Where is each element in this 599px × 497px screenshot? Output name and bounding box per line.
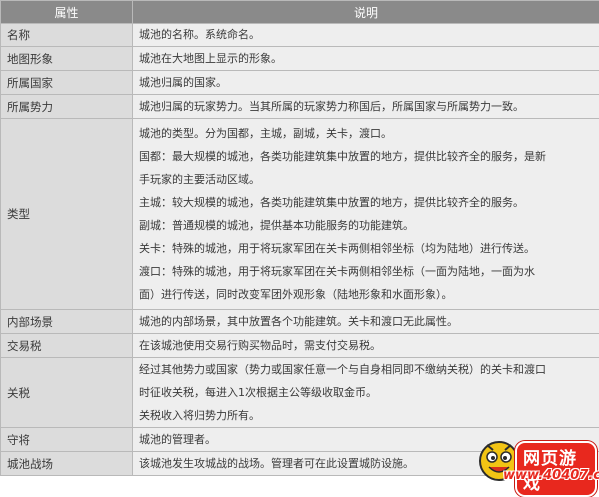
attribute-description: 城池的内部场景，其中放置各个功能建筑。关卡和渡口无此属性。 — [133, 310, 599, 334]
attribute-description: 城池的类型。分为国都，主城，副城，关卡，渡口。 国都：最大规模的城池，各类功能建… — [133, 119, 599, 310]
description-line: 关卡：特殊的城池，用于将玩家军团在关卡两侧相邻坐标（均为陆地）进行传送。 — [139, 237, 595, 260]
attribute-name: 所属势力 — [1, 95, 133, 119]
table-row: 名称 城池的名称。系统命名。 — [1, 24, 599, 47]
attribute-description: 城池归属的国家。 — [133, 71, 599, 95]
table-row: 关税 经过其他势力或国家（势力或国家任意一个与自身相同即不缴纳关税）的关卡和渡口… — [1, 358, 599, 428]
description-line: 主城：较大规模的城池，各类功能建筑集中放置的地方，提供比较齐全的服务。 — [139, 191, 595, 214]
table-row: 所属国家 城池归属的国家。 — [1, 71, 599, 95]
attribute-name: 城池战场 — [1, 452, 133, 476]
description-line: 手玩家的主要活动区域。 — [139, 168, 595, 191]
description-line: 面）进行传送，同时改变军团外观形象（陆地形象和水面形象）。 — [139, 283, 595, 306]
header-description: 说明 — [133, 1, 599, 24]
attribute-name: 关税 — [1, 358, 133, 428]
description-line: 城池归属的玩家势力。当其所属的玩家势力称国后，所属国家与所属势力一致。 — [139, 96, 595, 118]
attribute-name: 所属国家 — [1, 71, 133, 95]
description-line: 城池的内部场景，其中放置各个功能建筑。关卡和渡口无此属性。 — [139, 311, 595, 333]
attribute-name: 类型 — [1, 119, 133, 310]
table-row: 所属势力 城池归属的玩家势力。当其所属的玩家势力称国后，所属国家与所属势力一致。 — [1, 95, 599, 119]
description-line: 城池归属的国家。 — [139, 72, 595, 94]
attribute-name: 地图形象 — [1, 47, 133, 71]
description-line: 城池在大地图上显示的形象。 — [139, 48, 595, 70]
description-line: 副城：普通规模的城池，提供基本功能服务的功能建筑。 — [139, 214, 595, 237]
description-line: 渡口：特殊的城池，用于将玩家军团在关卡两侧相邻坐标（一面为陆地，一面为水 — [139, 260, 595, 283]
attribute-description: 城池的名称。系统命名。 — [133, 24, 599, 47]
attribute-name: 内部场景 — [1, 310, 133, 334]
attribute-description: 城池在大地图上显示的形象。 — [133, 47, 599, 71]
attribute-description: 城池归属的玩家势力。当其所属的玩家势力称国后，所属国家与所属势力一致。 — [133, 95, 599, 119]
attribute-name: 守将 — [1, 428, 133, 452]
description-line: 经过其他势力或国家（势力或国家任意一个与自身相同即不缴纳关税）的关卡和渡口 — [139, 358, 595, 381]
description-line: 国都：最大规模的城池，各类功能建筑集中放置的地方，提供比较齐全的服务，是新 — [139, 145, 595, 168]
attribute-description: 在该城池使用交易行购买物品时，需支付交易税。 — [133, 334, 599, 358]
description-line: 城池的名称。系统命名。 — [139, 24, 595, 46]
description-line: 在该城池使用交易行购买物品时，需支付交易税。 — [139, 335, 595, 357]
header-attribute: 属性 — [1, 1, 133, 24]
attribute-table: 属性 说明 名称 城池的名称。系统命名。 地图形象 城池在大地图上显示的形象。 … — [0, 0, 599, 476]
table-row: 内部场景 城池的内部场景，其中放置各个功能建筑。关卡和渡口无此属性。 — [1, 310, 599, 334]
attribute-name: 名称 — [1, 24, 133, 47]
description-line: 关税收入将归势力所有。 — [139, 404, 595, 427]
attribute-name: 交易税 — [1, 334, 133, 358]
attribute-description: 经过其他势力或国家（势力或国家任意一个与自身相同即不缴纳关税）的关卡和渡口 时征… — [133, 358, 599, 428]
watermark-logo: 网页游戏 www.40407.com — [477, 437, 597, 489]
table-row: 地图形象 城池在大地图上显示的形象。 — [1, 47, 599, 71]
description-line: 城池的类型。分为国都，主城，副城，关卡，渡口。 — [139, 122, 595, 145]
description-line: 时征收关税，每进入1次根据主公等级收取金币。 — [139, 381, 595, 404]
table-row: 交易税 在该城池使用交易行购买物品时，需支付交易税。 — [1, 334, 599, 358]
watermark-url: www.40407.com — [503, 468, 599, 483]
table-header-row: 属性 说明 — [1, 1, 599, 24]
table-row: 类型 城池的类型。分为国都，主城，副城，关卡，渡口。 国都：最大规模的城池，各类… — [1, 119, 599, 310]
